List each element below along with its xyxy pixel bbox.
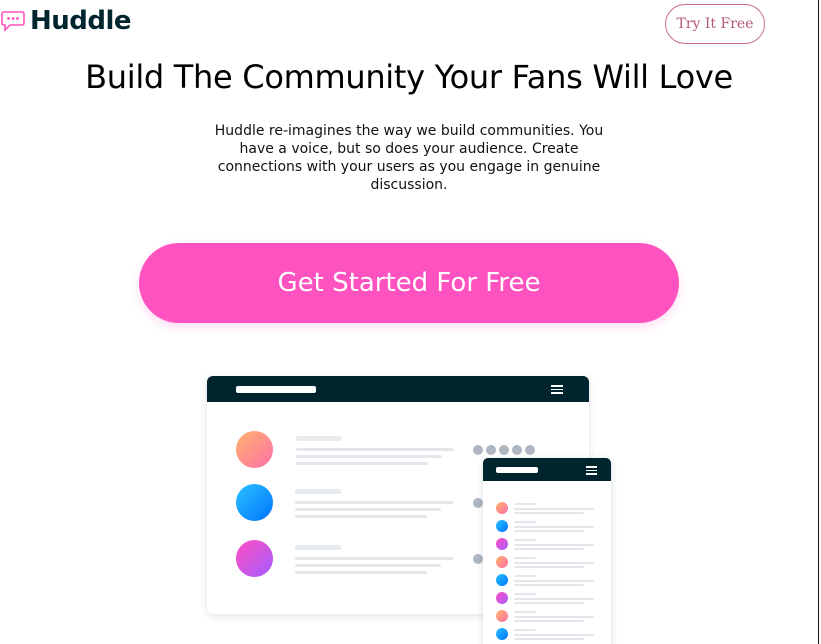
placeholder-line [514,548,584,550]
placeholder-line [514,566,584,568]
placeholder-line [514,634,594,636]
pagination-dot [525,445,535,455]
placeholder-line [514,562,594,564]
avatar [496,574,508,586]
pagination-dot [486,445,496,455]
placeholder-line [514,539,536,541]
avatar [496,502,508,514]
placeholder-line [514,616,594,618]
brand-name: Huddle [30,6,132,36]
avatar [236,484,273,521]
mockup-title-placeholder [236,386,316,393]
placeholder-line [514,503,536,505]
chat-bubble-icon [1,11,25,32]
placeholder-line [296,462,428,465]
placeholder-line [295,571,427,574]
pagination-dot [473,445,483,455]
placeholder-line [296,436,342,441]
placeholder-line [514,530,584,532]
placeholder-line [295,564,441,567]
brand-logo[interactable]: Huddle [0,6,132,36]
menu-icon [551,385,563,394]
hero-title: Build The Community Your Fans Will Love [85,58,733,96]
avatar [236,540,273,577]
placeholder-line [295,489,341,494]
placeholder-line [295,501,453,504]
placeholder-line [514,557,536,559]
placeholder-line [295,557,453,560]
try-it-free-button[interactable]: Try It Free [665,4,765,44]
placeholder-line [295,515,427,518]
avatar [496,610,508,622]
placeholder-line [514,584,584,586]
pagination-dot [473,498,483,508]
placeholder-line [296,448,454,451]
placeholder-line [295,545,341,550]
avatar [496,592,508,604]
placeholder-line [514,593,536,595]
placeholder-line [514,598,594,600]
mockup-title-bar [483,458,611,481]
placeholder-line [514,544,594,546]
placeholder-line [514,512,584,514]
viewport-edge-divider [818,0,819,644]
landing-page: Huddle Try It Free Build The Community Y… [0,0,821,644]
mockup-title-bar [207,376,589,402]
placeholder-line [514,521,536,523]
placeholder-line [514,620,584,622]
avatar [496,520,508,532]
placeholder-line [514,611,536,613]
placeholder-line [514,575,536,577]
avatar [496,556,508,568]
placeholder-line [514,526,594,528]
placeholder-line [514,629,536,631]
pagination-dot [499,445,509,455]
placeholder-line [514,580,594,582]
mockup-title-placeholder [496,467,538,473]
placeholder-line [295,508,441,511]
menu-icon [586,466,597,475]
placeholder-line [514,638,584,640]
avatar [236,431,273,468]
hero-description: Huddle re-imagines the way we build comm… [214,123,604,193]
placeholder-line [296,455,442,458]
avatar [496,538,508,550]
pagination-dot [512,445,522,455]
pagination-dot [473,554,483,564]
avatar [496,628,508,640]
mobile-mockup-illustration [483,458,611,644]
placeholder-line [514,602,584,604]
get-started-button[interactable]: Get Started For Free [139,243,679,323]
placeholder-line [514,508,594,510]
